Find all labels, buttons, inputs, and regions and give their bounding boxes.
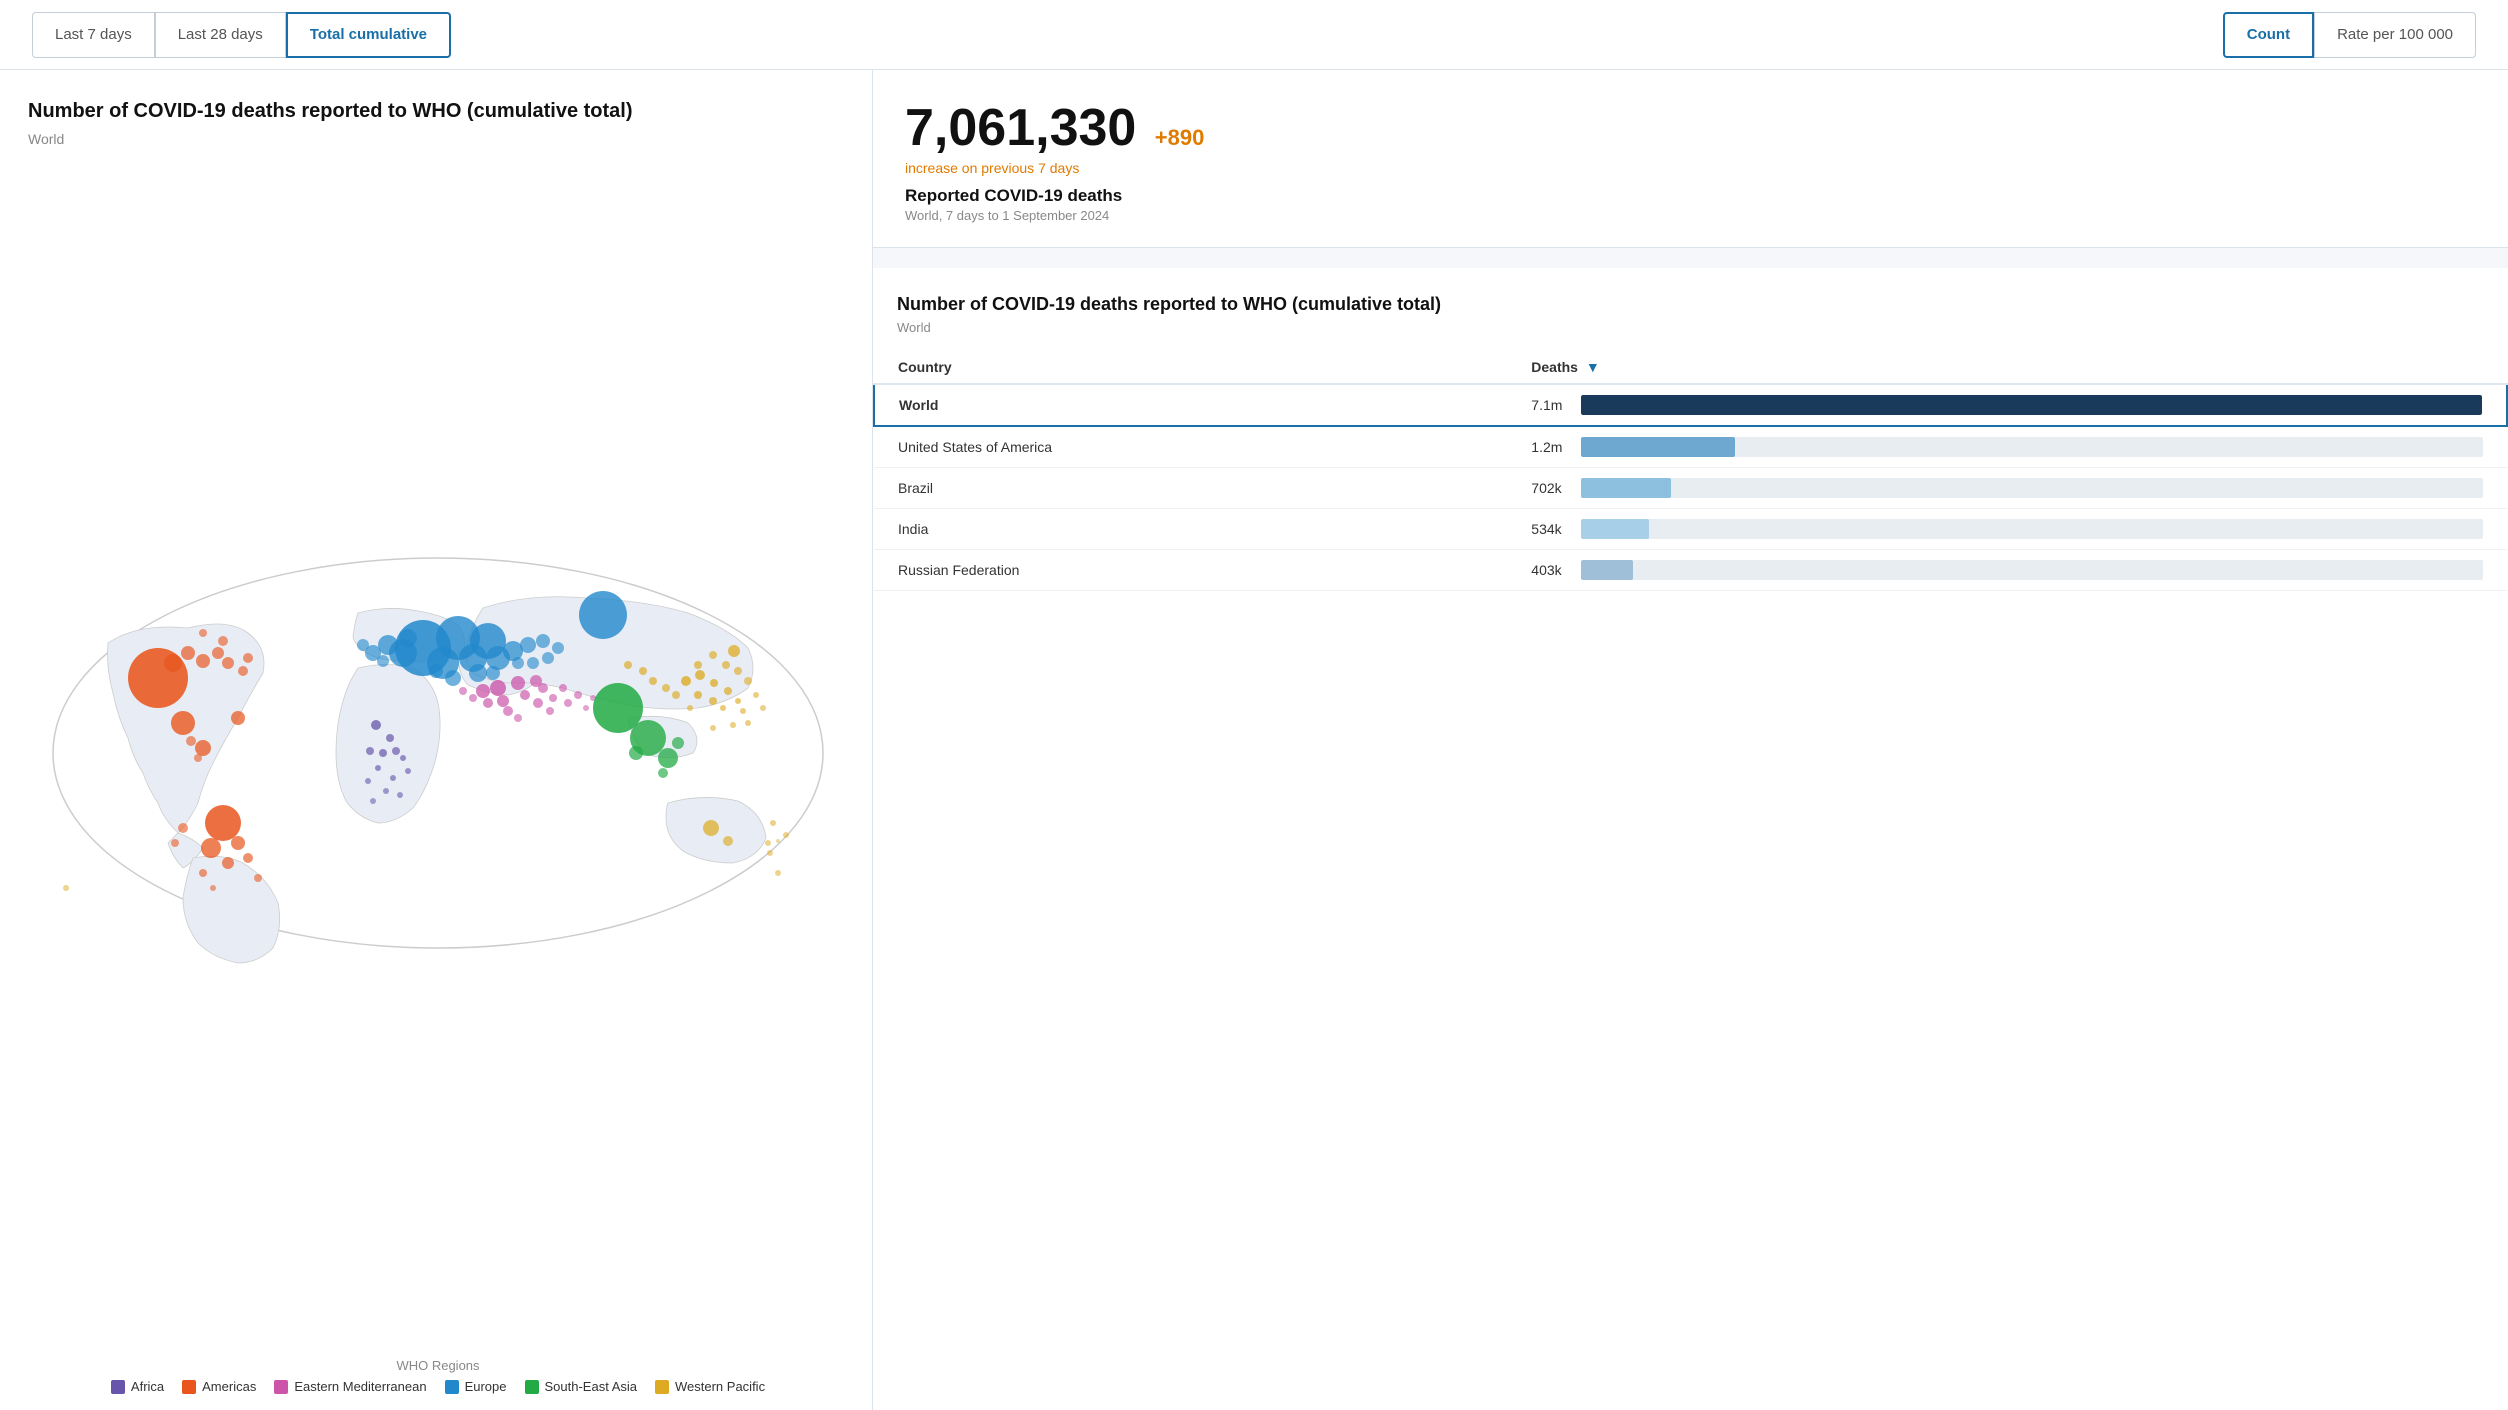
cell-country: World: [874, 384, 1507, 426]
right-panel: 7,061,330 +890 increase on previous 7 da…: [873, 70, 2508, 1410]
deaths-table: Country Deaths ▼ World7.1mUnited States …: [873, 351, 2508, 591]
legend-title: WHO Regions: [396, 1358, 479, 1373]
table-row[interactable]: India534k: [874, 509, 2507, 550]
legend-item-europe: Europe: [445, 1379, 507, 1394]
cell-deaths: 1.2m: [1507, 426, 2507, 468]
chart-subtitle: World: [28, 131, 848, 147]
big-number-row: 7,061,330 +890: [905, 98, 2476, 158]
metric-rate[interactable]: Rate per 100 000: [2314, 12, 2476, 58]
map-container: [28, 155, 848, 1350]
change-badge: +890: [1155, 125, 1205, 150]
legend-label-africa: Africa: [131, 1379, 164, 1394]
legend-dot-western-pacific: [655, 1380, 669, 1394]
legend-item-eastern-med: Eastern Mediterranean: [274, 1379, 426, 1394]
table-row[interactable]: Brazil702k: [874, 468, 2507, 509]
legend-dot-americas: [182, 1380, 196, 1394]
chart-title: Number of COVID-19 deaths reported to WH…: [28, 98, 778, 125]
stats-meta: World, 7 days to 1 September 2024: [905, 208, 2476, 223]
legend-dot-southeast-asia: [525, 1380, 539, 1394]
legend-items: Africa Americas Eastern Mediterranean Eu…: [111, 1379, 765, 1394]
table-scroll-area[interactable]: Country Deaths ▼ World7.1mUnited States …: [873, 351, 2508, 591]
cell-deaths: 534k: [1507, 509, 2507, 550]
legend-label-americas: Americas: [202, 1379, 256, 1394]
col-country: Country: [874, 351, 1507, 384]
legend-dot-europe: [445, 1380, 459, 1394]
table-region: World: [873, 316, 2508, 351]
legend-item-western-pacific: Western Pacific: [655, 1379, 765, 1394]
cell-deaths: 702k: [1507, 468, 2507, 509]
sort-arrow-icon: ▼: [1586, 359, 1600, 375]
table-row[interactable]: United States of America1.2m: [874, 426, 2507, 468]
main-content: Number of COVID-19 deaths reported to WH…: [0, 70, 2508, 1410]
table-row[interactable]: Russian Federation403k: [874, 550, 2507, 591]
legend: WHO Regions Africa Americas Eastern Medi…: [28, 1358, 848, 1394]
tab-last7[interactable]: Last 7 days: [32, 12, 155, 58]
cell-country: India: [874, 509, 1507, 550]
toolbar: Last 7 days Last 28 days Total cumulativ…: [0, 0, 2508, 70]
legend-label-eastern-med: Eastern Mediterranean: [294, 1379, 426, 1394]
cell-country: United States of America: [874, 426, 1507, 468]
legend-item-americas: Americas: [182, 1379, 256, 1394]
legend-dot-africa: [111, 1380, 125, 1394]
legend-item-africa: Africa: [111, 1379, 164, 1394]
stats-label: Reported COVID-19 deaths: [905, 186, 2476, 206]
cell-country: Russian Federation: [874, 550, 1507, 591]
cell-deaths: 7.1m: [1507, 384, 2507, 426]
table-header-row: Country Deaths ▼: [874, 351, 2507, 384]
cell-deaths: 403k: [1507, 550, 2507, 591]
legend-item-southeast-asia: South-East Asia: [525, 1379, 638, 1394]
time-range-tabs: Last 7 days Last 28 days Total cumulativ…: [32, 12, 451, 58]
tab-cumulative[interactable]: Total cumulative: [286, 12, 451, 58]
big-number: 7,061,330: [905, 99, 1136, 157]
table-row[interactable]: World7.1m: [874, 384, 2507, 426]
world-map-svg: [28, 533, 848, 973]
legend-dot-eastern-med: [274, 1380, 288, 1394]
stats-card: 7,061,330 +890 increase on previous 7 da…: [873, 70, 2508, 248]
legend-label-western-pacific: Western Pacific: [675, 1379, 765, 1394]
metric-count[interactable]: Count: [2223, 12, 2314, 58]
cell-country: Brazil: [874, 468, 1507, 509]
legend-label-southeast-asia: South-East Asia: [545, 1379, 638, 1394]
table-title: Number of COVID-19 deaths reported to WH…: [873, 292, 2508, 316]
legend-label-europe: Europe: [465, 1379, 507, 1394]
table-card: Number of COVID-19 deaths reported to WH…: [873, 268, 2508, 1410]
col-deaths[interactable]: Deaths ▼: [1507, 351, 2507, 384]
tab-last28[interactable]: Last 28 days: [155, 12, 286, 58]
change-label: increase on previous 7 days: [905, 160, 2476, 176]
metric-tabs: Count Rate per 100 000: [2223, 12, 2476, 58]
left-panel: Number of COVID-19 deaths reported to WH…: [0, 70, 873, 1410]
